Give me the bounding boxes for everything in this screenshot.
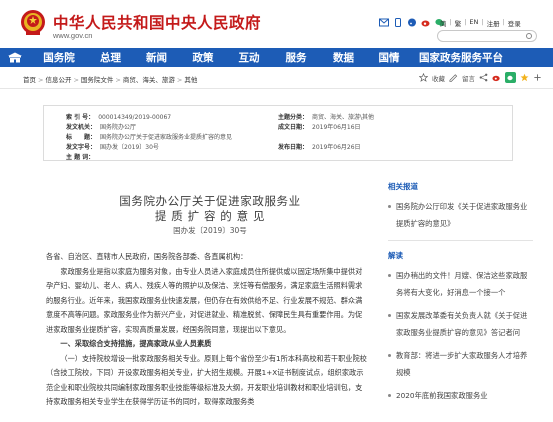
national-emblem-icon[interactable]	[20, 9, 46, 37]
paragraph: 家政服务业是指以家庭为服务对象，由专业人员进入家庭成员住所提供或以固定场所集中提…	[46, 266, 363, 334]
link-simplified[interactable]: 简	[440, 18, 447, 28]
related-link[interactable]: 国务院办公厅印发《关于促进家政服务业提质扩容的意见》	[388, 198, 533, 232]
document-title-line: 提 质 扩 容 的 意 见	[154, 209, 266, 223]
comment-button[interactable]: 留言	[462, 73, 475, 83]
title-row: 标 题： 国务院办公厅关于促进家政服务业提质扩容的意见	[66, 134, 233, 141]
nav-news[interactable]: 新闻	[133, 50, 180, 65]
tiananmen-icon	[8, 52, 22, 63]
weibo-share-icon[interactable]	[492, 73, 501, 82]
link-login[interactable]: 登录	[508, 18, 521, 28]
site-title[interactable]: 中华人民共和国中央人民政府	[53, 11, 261, 33]
document-body: 各省、自治区、直辖市人民政府，国务院各部委、各直属机构： 家政服务业是指以家庭为…	[46, 250, 368, 410]
nav-state-council[interactable]: 国务院	[30, 50, 88, 65]
topic-row: 主题分类： 商贸、海关、旅游\其他	[278, 114, 375, 121]
site-url: www.gov.cn	[53, 31, 93, 40]
home-nav-button[interactable]	[0, 48, 30, 67]
document-metadata-box: 索 引 号： 000014349/2019-00067 主题分类： 商贸、海关、旅游…	[43, 105, 513, 161]
breadcrumb-separator: >	[38, 76, 44, 84]
nav-interaction[interactable]: 互动	[226, 50, 272, 65]
plus-icon[interactable]	[533, 73, 542, 82]
site-header: 中华人民共和国中央人民政府 www.gov.cn 简 | 繁 | EN | 注册…	[0, 0, 553, 47]
interpretation-heading: 解读	[388, 251, 403, 260]
star-icon[interactable]	[419, 73, 428, 82]
document-title-line: 国务院办公厅关于促进家政服务业	[119, 194, 301, 208]
breadcrumb-other[interactable]: 其他	[184, 76, 197, 84]
index-number-row: 索 引 号： 000014349/2019-00067	[66, 114, 172, 121]
paragraph: （一）支持院校增设一批家政服务相关专业。原则上每个省份至少有1所本科高校和若干职…	[46, 353, 367, 407]
publish-date-row: 发布日期： 2019年06月26日	[278, 144, 361, 151]
link-separator: |	[502, 18, 505, 26]
nav-policy[interactable]: 政策	[180, 50, 226, 65]
divider	[388, 240, 533, 241]
search-icon[interactable]	[526, 33, 532, 39]
breadcrumb-separator: >	[73, 76, 79, 84]
related-reports-heading: 相关报道	[388, 182, 418, 191]
subject-words-row: 主 题 词：	[66, 154, 95, 161]
date-made-row: 成文日期： 2019年06月16日	[278, 124, 361, 131]
main-nav: 国务院 总理 新闻 政策 互动 服务 数据 国情 国家政务服务平台	[0, 48, 553, 67]
breadcrumb-home[interactable]: 首页	[23, 76, 36, 84]
doc-number-row: 发文字号： 国办发〔2019〕30号	[66, 144, 159, 151]
breadcrumb-bar: 首页 > 信息公开 > 国务院文件 > 商贸、海关、旅游 > 其他 收藏 留言	[0, 67, 553, 89]
weibo-icon[interactable]	[421, 18, 431, 27]
link-traditional[interactable]: 繁	[455, 18, 462, 28]
search-input[interactable]	[437, 30, 537, 42]
link-separator: |	[449, 18, 452, 26]
nav-data[interactable]: 数据	[320, 50, 367, 65]
interpretation-link[interactable]: 国办稍出的文件！月嫂、保洁这些家政服务将有大变化，好消息一个接一个	[388, 267, 533, 301]
breadcrumb-state-council-docs[interactable]: 国务院文件	[81, 76, 114, 84]
bullet	[388, 354, 391, 357]
breadcrumb-trade-customs-tourism[interactable]: 商贸、海关、旅游	[123, 76, 175, 84]
breadcrumb-separator: >	[115, 76, 121, 84]
breadcrumb: 首页 > 信息公开 > 国务院文件 > 商贸、海关、旅游 > 其他	[23, 74, 197, 84]
salutation: 各省、自治区、直辖市人民政府，国务院各部委、各直属机构：	[46, 252, 248, 261]
wechat-share-icon[interactable]	[505, 72, 516, 83]
phone-icon[interactable]	[393, 17, 403, 27]
breadcrumb-info-disclosure[interactable]: 信息公开	[45, 76, 71, 84]
qzone-share-icon[interactable]	[520, 73, 529, 82]
top-icon-group	[379, 17, 445, 27]
breadcrumb-separator: >	[176, 76, 183, 84]
issuer-row: 发文机关： 国务院办公厅	[66, 124, 137, 131]
link-separator: |	[464, 18, 467, 26]
bullet	[388, 205, 391, 208]
share-icon[interactable]	[479, 73, 488, 82]
mail-icon[interactable]	[379, 18, 389, 27]
interpretation-link[interactable]: 2020年底前我国家政服务业	[388, 387, 533, 404]
nav-services[interactable]: 服务	[272, 50, 320, 65]
interpretation-link[interactable]: 教育部：将进一步扩大家政服务人才培养规模	[388, 347, 533, 381]
article-tools: 收藏 留言	[419, 72, 542, 83]
edit-icon[interactable]	[449, 73, 458, 82]
favorite-button[interactable]: 收藏	[432, 73, 445, 83]
nav-premier[interactable]: 总理	[88, 50, 133, 65]
rss-icon[interactable]	[407, 18, 417, 27]
link-english[interactable]: EN	[469, 18, 478, 28]
nav-national-info[interactable]: 国情	[367, 50, 411, 65]
bullet	[388, 314, 391, 317]
sidebar: 相关报道 国务院办公厅印发《关于促进家政服务业提质扩容的意见》 解读 国办稍出的…	[388, 181, 533, 404]
section-heading: 一、采取综合支持措施，提高家政从业人员素质	[60, 339, 212, 348]
document-title: 国务院办公厅关于促进家政服务业 提 质 扩 容 的 意 见	[60, 194, 360, 224]
bullet	[388, 394, 391, 397]
link-register[interactable]: 注册	[487, 18, 500, 28]
link-separator: |	[481, 18, 484, 26]
document-number: 国办发〔2019〕30号	[173, 226, 247, 235]
interpretation-link[interactable]: 国家发展改革委有关负责人就《关于促进家政服务业提质扩容的意见》答记者问	[388, 307, 533, 341]
language-login-links: 简 | 繁 | EN | 注册 | 登录	[440, 18, 521, 28]
nav-service-platform[interactable]: 国家政务服务平台	[411, 50, 511, 65]
bullet	[388, 274, 391, 277]
